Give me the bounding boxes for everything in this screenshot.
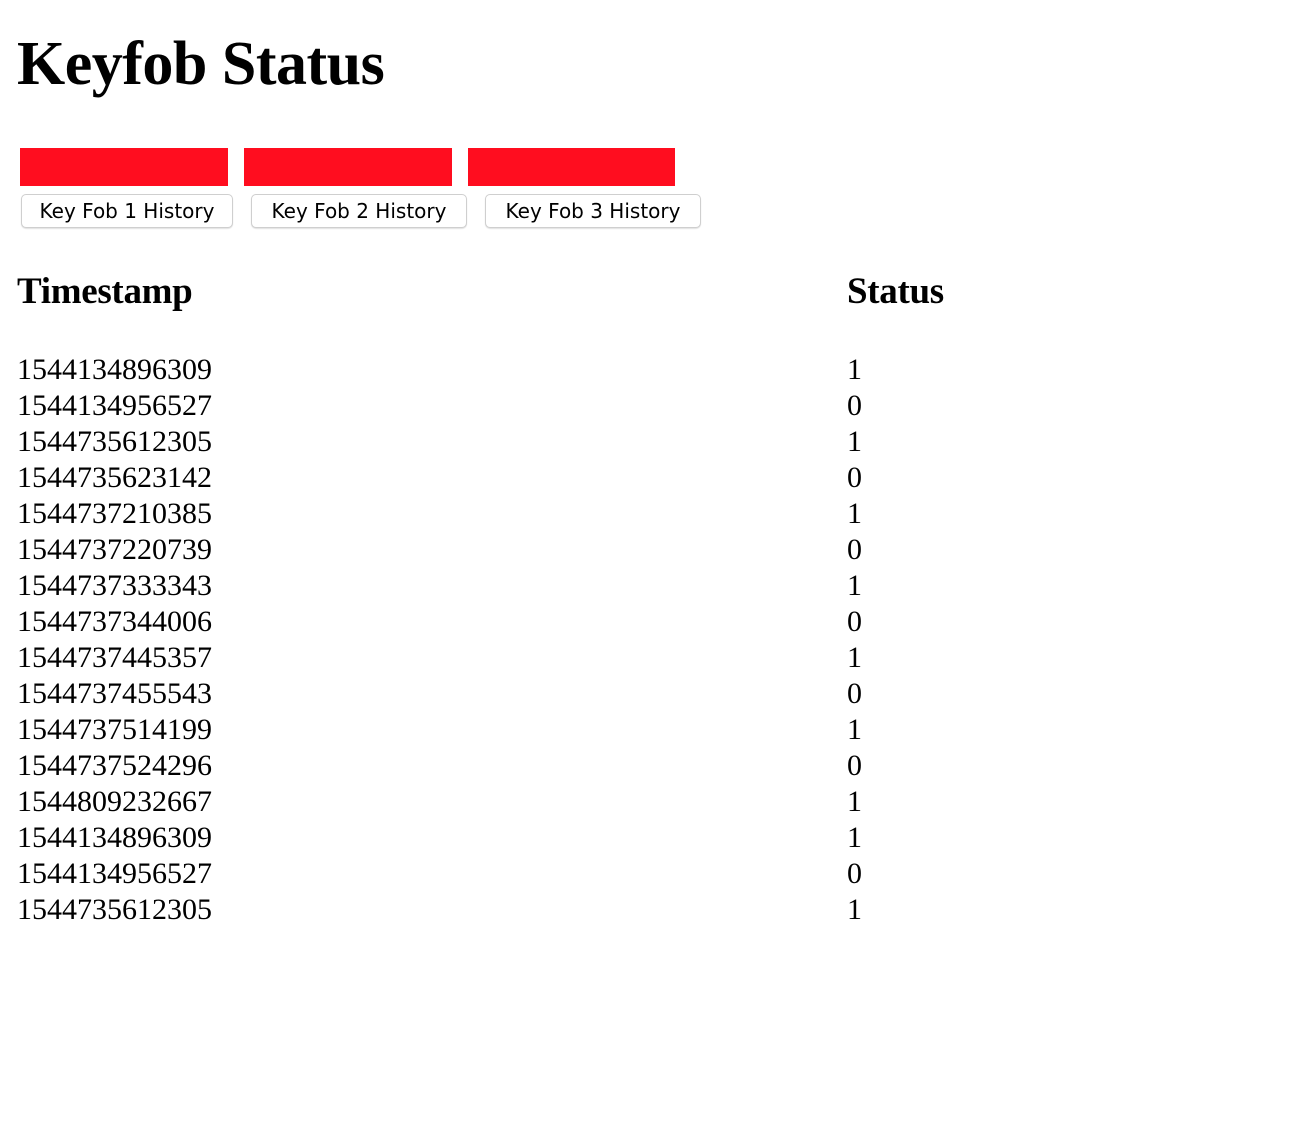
status-cell: 0 [847, 857, 862, 890]
table-row: 1544737455543 0 [0, 676, 1300, 712]
timestamp-cell: 1544737455543 [17, 677, 212, 710]
keyfob-2-status-indicator [244, 148, 452, 186]
keyfob-3-status-indicator [468, 148, 675, 186]
table-row: 1544737220739 0 [0, 532, 1300, 568]
table-row: 1544737524296 0 [0, 748, 1300, 784]
status-cell: 0 [847, 389, 862, 422]
status-cell: 0 [847, 461, 862, 494]
table-row: 1544809232667 1 [0, 784, 1300, 820]
status-cell: 0 [847, 749, 862, 782]
table-row: 1544134956527 0 [0, 856, 1300, 892]
timestamp-cell: 1544737445357 [17, 641, 212, 674]
timestamp-cell: 1544809232667 [17, 785, 212, 818]
keyfob-2-history-button[interactable]: Key Fob 2 History [251, 194, 467, 228]
timestamp-column-header: Timestamp [17, 271, 193, 312]
status-cell: 0 [847, 533, 862, 566]
timestamp-cell: 1544735612305 [17, 425, 212, 458]
status-cell: 0 [847, 677, 862, 710]
status-cell: 1 [847, 785, 862, 818]
status-cell: 1 [847, 353, 862, 386]
keyfob-1-history-button[interactable]: Key Fob 1 History [21, 194, 233, 228]
keyfob-3-history-button[interactable]: Key Fob 3 History [485, 194, 701, 228]
timestamp-cell: 1544737514199 [17, 713, 212, 746]
table-row: 1544737514199 1 [0, 712, 1300, 748]
timestamp-cell: 1544735612305 [17, 893, 212, 926]
table-row: 1544737445357 1 [0, 640, 1300, 676]
page-title: Keyfob Status [17, 30, 385, 98]
timestamp-cell: 1544737524296 [17, 749, 212, 782]
keyfob-1-status-indicator [20, 148, 228, 186]
table-row: 1544737344006 0 [0, 604, 1300, 640]
timestamp-cell: 1544735623142 [17, 461, 212, 494]
table-row: 1544737210385 1 [0, 496, 1300, 532]
history-table: 1544134896309 1 1544134956527 0 154473561230… [0, 352, 1300, 928]
timestamp-cell: 1544737210385 [17, 497, 212, 530]
status-cell: 1 [847, 497, 862, 530]
status-column-header: Status [847, 271, 944, 312]
timestamp-cell: 1544134896309 [17, 821, 212, 854]
table-row: 1544134896309 1 [0, 820, 1300, 856]
status-cell: 1 [847, 425, 862, 458]
table-row: 1544134896309 1 [0, 352, 1300, 388]
status-cell: 1 [847, 893, 862, 926]
table-row: 1544134956527 0 [0, 388, 1300, 424]
timestamp-cell: 1544737344006 [17, 605, 212, 638]
status-cell: 1 [847, 641, 862, 674]
table-row: 1544737333343 1 [0, 568, 1300, 604]
table-row: 1544735612305 1 [0, 892, 1300, 928]
keyfob-status-page: Keyfob Status Key Fob 1 History Key Fob … [0, 0, 1300, 1148]
table-row: 1544735623142 0 [0, 460, 1300, 496]
timestamp-cell: 1544134956527 [17, 389, 212, 422]
timestamp-cell: 1544737220739 [17, 533, 212, 566]
timestamp-cell: 1544134956527 [17, 857, 212, 890]
table-row: 1544735612305 1 [0, 424, 1300, 460]
status-cell: 1 [847, 569, 862, 602]
timestamp-cell: 1544737333343 [17, 569, 212, 602]
status-cell: 1 [847, 713, 862, 746]
status-cell: 0 [847, 605, 862, 638]
timestamp-cell: 1544134896309 [17, 353, 212, 386]
status-cell: 1 [847, 821, 862, 854]
